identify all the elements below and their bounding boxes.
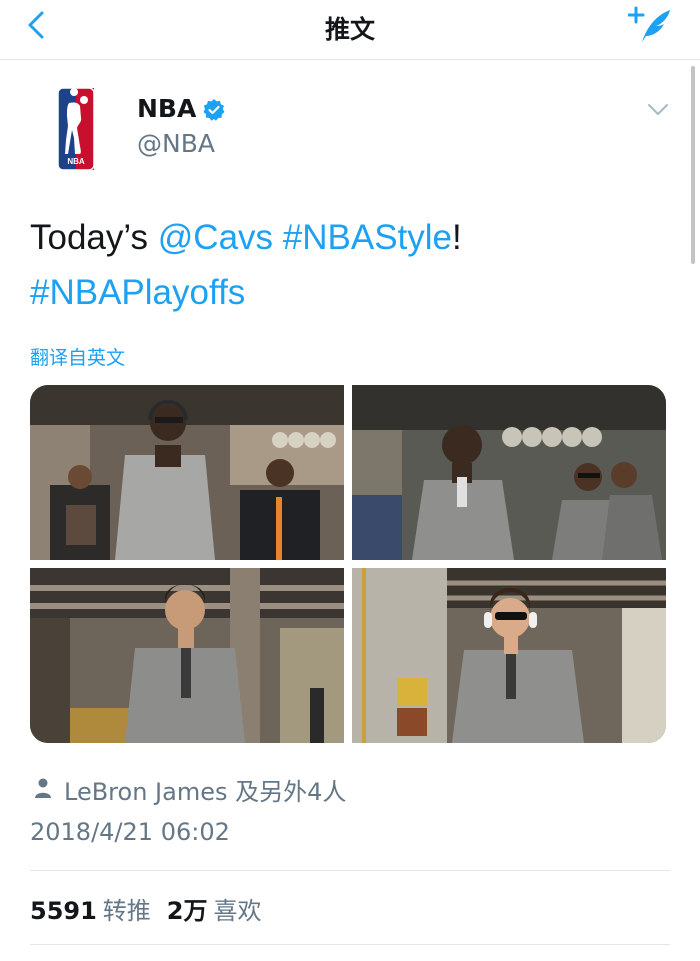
svg-text:NBA: NBA [67,157,85,166]
page-title: 推文 [324,15,375,44]
likes-count[interactable]: 2万 [167,897,208,925]
divider [30,944,670,945]
account-name[interactable]: NBA [137,94,196,123]
tweet-text-space [273,218,283,257]
chevron-down-icon[interactable] [646,102,670,118]
photo-4[interactable] [352,568,666,743]
hashtag-link[interactable]: #NBAStyle [283,218,452,257]
person-icon [35,778,51,798]
hashtag-link[interactable]: #NBAPlayoffs [30,273,245,312]
tweet-stats: 5591 转推 2万 喜欢 [30,891,278,926]
photo-1[interactable] [30,385,344,560]
account-handle[interactable]: @NBA [137,129,215,158]
photo-3[interactable] [30,568,344,743]
tweet-text-part: Today’s [30,218,158,257]
photo-2[interactable] [352,385,666,560]
retweets-label[interactable]: 转推 [103,897,151,925]
tweet-timestamp: 2018/4/21 06:02 [30,818,230,846]
tagged-people-label: LeBron James 及另外4人 [64,778,347,806]
verified-badge-icon [203,99,225,121]
translate-link[interactable]: 翻译自英文 [30,343,125,370]
divider [30,870,670,871]
media-grid [30,385,666,743]
retweets-count[interactable]: 5591 [30,897,97,925]
tweet-text-part: ! [452,218,462,257]
tweet-header: NBA NBA @NBA [0,62,700,192]
compose-tweet-icon[interactable] [628,4,672,44]
navigation-bar: 推文 [0,0,700,60]
tweet-text: Today’s @Cavs #NBAStyle! #NBAPlayoffs [30,210,670,320]
nba-logo[interactable]: NBA [58,88,94,170]
mention-link[interactable]: @Cavs [158,218,273,257]
likes-label[interactable]: 喜欢 [214,897,262,925]
